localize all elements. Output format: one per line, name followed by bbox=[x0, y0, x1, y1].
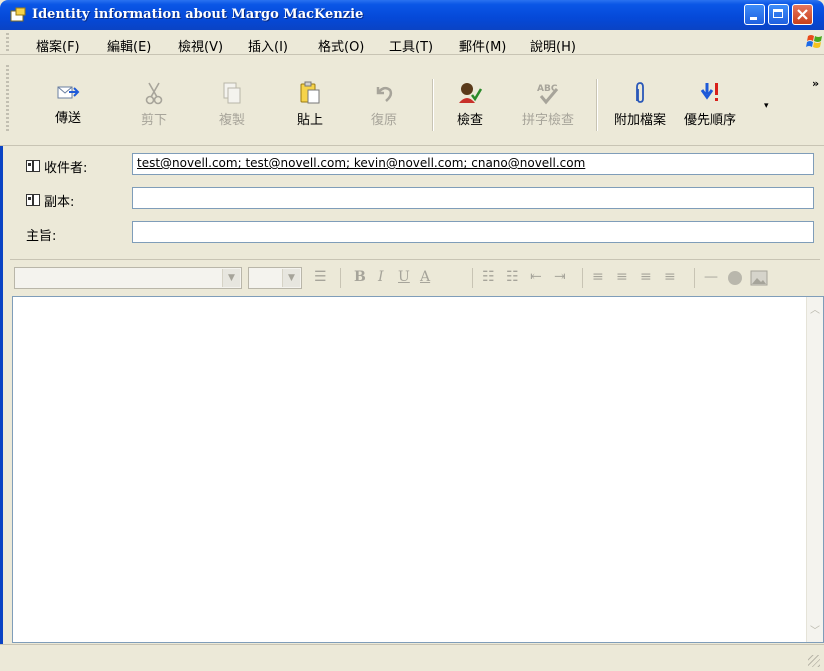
paste-label: 貼上 bbox=[296, 113, 323, 128]
justify-icon[interactable]: ≡ bbox=[664, 269, 676, 285]
menu-bar: 檔案(F) 編輯(E) 檢視(V) 插入(I) 格式(O) 工具(T) 郵件(M… bbox=[0, 30, 824, 55]
insert-link-icon[interactable] bbox=[726, 269, 744, 287]
attach-label: 附加檔案 bbox=[613, 113, 666, 128]
italic-button[interactable]: I bbox=[378, 269, 384, 285]
priority-icon bbox=[700, 83, 718, 101]
menu-file[interactable]: 檔案(F) bbox=[36, 36, 80, 55]
send-label: 傳送 bbox=[54, 111, 81, 126]
compose-mail-icon bbox=[10, 7, 26, 22]
numbered-list-icon[interactable]: ☷ bbox=[482, 269, 495, 285]
toolbar-separator bbox=[432, 79, 434, 131]
priority-button[interactable]: 優先順序 bbox=[682, 77, 738, 133]
toolbar-grip[interactable] bbox=[6, 65, 9, 131]
menu-format[interactable]: 格式(O) bbox=[318, 36, 364, 55]
toolbar-overflow-button[interactable]: » bbox=[812, 77, 819, 90]
spelling-label: 拼字檢查 bbox=[521, 113, 574, 128]
title-bar[interactable]: Identity information about Margo MacKenz… bbox=[0, 0, 824, 30]
maximize-button[interactable] bbox=[768, 4, 789, 25]
underline-button[interactable]: U bbox=[398, 269, 410, 285]
bullet-list-icon[interactable]: ☷ bbox=[506, 269, 519, 285]
align-right-icon[interactable]: ≡ bbox=[640, 269, 652, 285]
scissors-icon bbox=[145, 82, 163, 105]
close-button[interactable] bbox=[792, 4, 813, 25]
spellcheck-icon: ABC bbox=[537, 84, 559, 105]
minimize-icon bbox=[750, 17, 757, 20]
undo-button[interactable]: 復原 bbox=[356, 77, 412, 133]
check-names-icon bbox=[459, 83, 483, 103]
font-color-button[interactable]: A bbox=[420, 269, 430, 285]
undo-icon bbox=[376, 86, 393, 102]
vertical-scrollbar[interactable]: ︿ ﹀ bbox=[806, 297, 823, 642]
paperclip-icon bbox=[636, 82, 644, 103]
subject-row: 主旨: bbox=[0, 221, 824, 247]
cc-field[interactable] bbox=[132, 187, 814, 209]
to-row: 收件者: test@novell.com; test@novell.com; k… bbox=[0, 153, 824, 179]
send-icon bbox=[57, 86, 80, 99]
windows-logo-icon bbox=[806, 35, 822, 48]
check-label: 檢查 bbox=[456, 113, 483, 128]
status-bar bbox=[0, 644, 824, 671]
menu-view[interactable]: 檢視(V) bbox=[178, 36, 223, 55]
decrease-indent-icon[interactable]: ⇤ bbox=[530, 269, 542, 285]
format-separator bbox=[694, 268, 695, 288]
increase-indent-icon[interactable]: ⇥ bbox=[554, 269, 566, 285]
to-field[interactable]: test@novell.com; test@novell.com; kevin@… bbox=[132, 153, 814, 175]
cc-label[interactable]: 副本: bbox=[44, 191, 74, 210]
address-book-icon[interactable] bbox=[26, 194, 40, 206]
chevron-down-icon: ▼ bbox=[282, 269, 300, 287]
undo-label: 復原 bbox=[370, 113, 397, 128]
address-book-icon[interactable] bbox=[26, 160, 40, 172]
scroll-down-icon[interactable]: ﹀ bbox=[807, 624, 823, 640]
to-label[interactable]: 收件者: bbox=[44, 157, 87, 176]
font-size-select[interactable]: ▼ bbox=[248, 267, 302, 289]
standard-toolbar: 傳送 剪下 複製 貼上 復原 檢查 ABC 拼字檢查 附加檔案 優先順序 ▾ » bbox=[0, 55, 824, 146]
insert-picture-icon[interactable] bbox=[750, 269, 768, 287]
scroll-up-icon[interactable]: ︿ bbox=[807, 303, 823, 319]
menu-edit[interactable]: 編輯(E) bbox=[107, 36, 151, 55]
menu-mail[interactable]: 郵件(M) bbox=[459, 36, 506, 55]
font-name-select[interactable]: ▼ bbox=[14, 267, 242, 289]
align-left-icon[interactable]: ≡ bbox=[592, 269, 604, 285]
send-button[interactable]: 傳送 bbox=[40, 77, 96, 133]
format-separator bbox=[582, 268, 583, 288]
paragraph-style-icon[interactable]: ☰ bbox=[314, 269, 327, 285]
minimize-button[interactable] bbox=[744, 4, 765, 25]
check-names-button[interactable]: 檢查 bbox=[442, 77, 498, 133]
chevron-down-icon: ▼ bbox=[222, 269, 240, 287]
spelling-button[interactable]: ABC 拼字檢查 bbox=[520, 77, 576, 133]
menu-help[interactable]: 說明(H) bbox=[530, 36, 576, 55]
window-title: Identity information about Margo MacKenz… bbox=[32, 7, 364, 22]
bold-button[interactable]: B bbox=[354, 269, 366, 285]
format-separator bbox=[472, 268, 473, 288]
cut-label: 剪下 bbox=[140, 113, 167, 128]
menubar-grip[interactable] bbox=[6, 33, 9, 51]
subject-field[interactable] bbox=[132, 221, 814, 243]
toolbar-separator bbox=[596, 79, 598, 131]
close-icon bbox=[797, 9, 808, 20]
priority-dropdown-arrow-icon[interactable]: ▾ bbox=[764, 101, 769, 111]
attach-button[interactable]: 附加檔案 bbox=[612, 77, 668, 133]
align-center-icon[interactable]: ≡ bbox=[616, 269, 628, 285]
message-body-editor[interactable]: ︿ ﹀ bbox=[12, 296, 824, 643]
subject-label: 主旨: bbox=[26, 229, 57, 244]
copy-icon bbox=[223, 82, 241, 104]
horizontal-line-icon[interactable]: — bbox=[704, 269, 718, 285]
copy-label: 複製 bbox=[218, 113, 245, 128]
paste-button[interactable]: 貼上 bbox=[282, 77, 338, 133]
resize-grip-icon[interactable] bbox=[808, 655, 820, 667]
menu-insert[interactable]: 插入(I) bbox=[248, 36, 288, 55]
maximize-icon bbox=[773, 9, 783, 18]
formatting-toolbar: ▼ ▼ ☰ B I U A ☷ ☷ ⇤ ⇥ ≡ ≡ ≡ ≡ — bbox=[10, 259, 820, 296]
format-separator bbox=[340, 268, 341, 288]
menu-tools[interactable]: 工具(T) bbox=[389, 36, 433, 55]
cc-row: 副本: bbox=[0, 187, 824, 213]
copy-button[interactable]: 複製 bbox=[204, 77, 260, 133]
paste-icon bbox=[300, 81, 320, 104]
priority-label: 優先順序 bbox=[683, 113, 736, 128]
cut-button[interactable]: 剪下 bbox=[126, 77, 182, 133]
